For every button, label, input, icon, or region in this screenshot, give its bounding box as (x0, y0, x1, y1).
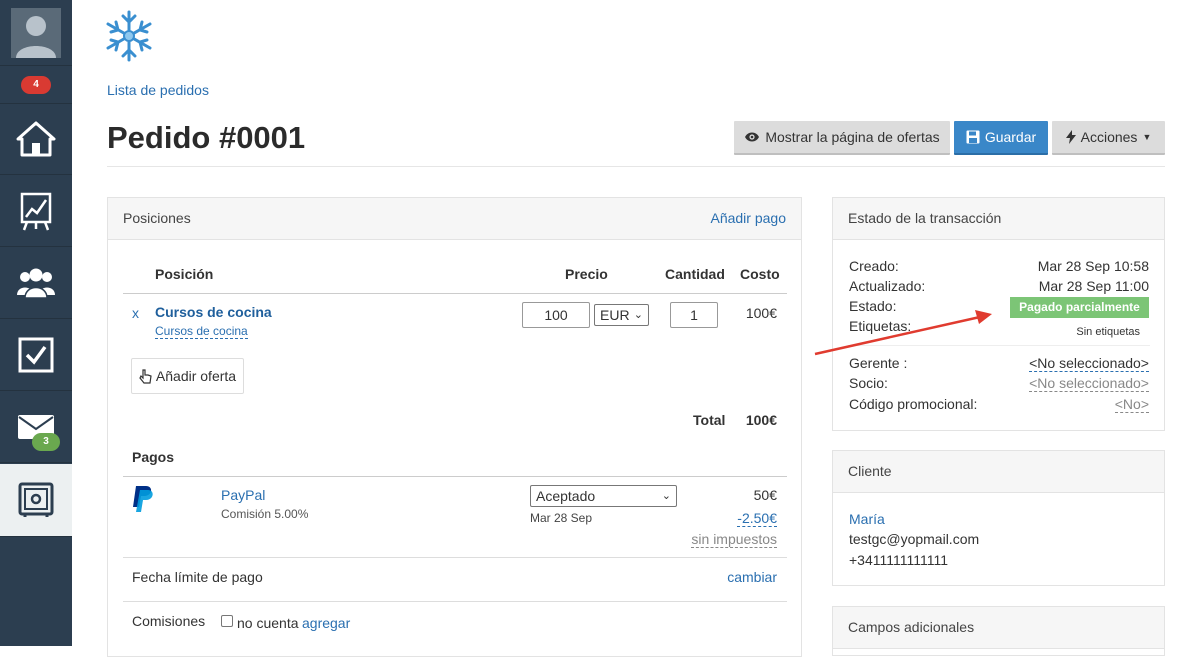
annotation-arrow-icon (814, 310, 992, 356)
transaction-panel-header: Estado de la transacción (833, 198, 1164, 240)
promo-label: Código promocional: (849, 396, 978, 412)
total-value: 100€ (745, 412, 777, 428)
sidebar-item-reports[interactable] (0, 176, 72, 247)
commissions-label: Comisiones (132, 613, 206, 629)
breadcrumb-orders-list[interactable]: Lista de pedidos (107, 82, 209, 98)
payment-amount: 50€ (753, 487, 777, 503)
created-value: Mar 28 Sep 10:58 (1037, 258, 1149, 274)
col-cost-header: Costo (740, 266, 780, 282)
actions-dropdown-button[interactable]: Acciones ▼ (1052, 121, 1165, 155)
partner-label: Socio: (849, 375, 888, 391)
positions-title: Posiciones (123, 210, 191, 226)
extra-fields-panel-header: Campos adicionales (833, 607, 1164, 649)
promo-value-link[interactable]: <No> (1114, 396, 1149, 413)
col-qty-header: Cantidad (665, 266, 725, 282)
remove-item-button[interactable]: x (132, 305, 139, 321)
item-cost: 100€ (745, 305, 777, 321)
users-group-icon (17, 268, 55, 299)
updated-value: Mar 28 Sep 11:00 (1038, 278, 1149, 294)
client-phone: +3411111111111 (849, 552, 949, 568)
pointer-hand-icon (139, 368, 152, 384)
price-input[interactable]: 100 (522, 302, 590, 328)
payment-tax-link[interactable]: sin impuestos (691, 531, 777, 548)
payments-divider (123, 476, 787, 477)
col-price-header: Precio (565, 266, 608, 282)
safe-icon (18, 482, 54, 517)
page-title: Pedido #0001 (107, 120, 306, 155)
commissions-check-label: no cuenta (237, 615, 299, 631)
save-button[interactable]: Guardar (954, 121, 1048, 155)
payments-bottom-divider (123, 557, 787, 558)
quantity-input[interactable]: 1 (670, 302, 718, 328)
mail-badge: 3 (32, 433, 60, 451)
sidebar: 4 3 (0, 0, 72, 646)
table-head-divider (123, 293, 787, 294)
extra-fields-panel: Campos adicionales (832, 606, 1165, 656)
currency-value: EUR (600, 307, 630, 323)
payment-status-select[interactable]: Aceptado ⌄ (530, 485, 677, 507)
lightning-icon (1065, 130, 1076, 144)
snowflake-logo (106, 10, 152, 62)
floppy-disk-icon (966, 130, 980, 144)
add-offer-button[interactable]: Añadir oferta (131, 358, 244, 394)
presentation-chart-icon (20, 192, 52, 231)
payment-provider-link[interactable]: PayPal (221, 487, 265, 503)
created-label: Creado: (849, 258, 899, 274)
transaction-title: Estado de la transacción (848, 210, 1002, 226)
commissions-checkbox[interactable] (221, 615, 233, 627)
add-offer-label: Añadir oferta (155, 368, 237, 384)
chevron-down-icon: ⌄ (633, 309, 643, 321)
eye-icon (745, 132, 760, 142)
due-date-change-link[interactable]: cambiar (727, 569, 777, 585)
item-offer-link[interactable]: Cursos de cocina (155, 324, 248, 339)
header-divider (107, 166, 1165, 167)
client-email: testgc@yopmail.com (849, 531, 980, 547)
client-title: Cliente (848, 463, 892, 479)
user-avatar-icon (11, 7, 61, 58)
due-divider (123, 601, 787, 602)
paypal-logo-icon (133, 486, 153, 512)
payment-date: Mar 28 Sep (530, 511, 593, 525)
positions-panel-header: Posiciones Añadir pago (108, 198, 801, 240)
add-payment-link[interactable]: Añadir pago (710, 210, 786, 226)
payment-status-value: Aceptado (536, 488, 596, 504)
extra-fields-title: Campos adicionales (848, 619, 975, 635)
sidebar-notifications[interactable]: 4 (0, 66, 72, 104)
save-label: Guardar (984, 129, 1037, 145)
sidebar-item-tasks[interactable] (0, 320, 72, 391)
currency-select[interactable]: EUR ⌄ (594, 304, 649, 326)
sidebar-avatar[interactable] (0, 0, 72, 66)
payments-title: Pagos (132, 449, 175, 465)
chevron-down-icon: ⌄ (661, 490, 671, 502)
payment-commission: Comisión 5.00% (221, 507, 309, 521)
sidebar-item-mail[interactable]: 3 (0, 392, 72, 463)
actions-label: Acciones (1080, 129, 1138, 145)
tags-value[interactable]: Sin etiquetas (1076, 326, 1140, 338)
positions-panel: Posiciones Añadir pago Posición Precio C… (107, 197, 802, 657)
sidebar-item-users[interactable] (0, 248, 72, 319)
updated-label: Actualizado: (849, 278, 926, 294)
partner-value-link[interactable]: <No seleccionado> (1029, 375, 1149, 392)
sidebar-item-home[interactable] (0, 104, 72, 175)
show-offers-page-label: Mostrar la página de ofertas (765, 129, 940, 145)
payment-fee-link[interactable]: -2.50€ (737, 510, 777, 527)
sidebar-item-finance[interactable] (0, 464, 72, 537)
caret-down-icon: ▼ (1142, 132, 1152, 142)
client-panel: Cliente María testgc@yopmail.com +341111… (832, 450, 1165, 586)
due-date-label: Fecha límite de pago (132, 569, 263, 585)
commissions-add-link[interactable]: agregar (302, 615, 350, 631)
item-name[interactable]: Cursos de cocina (155, 304, 272, 320)
notifications-badge: 4 (21, 75, 51, 94)
home-icon (16, 121, 56, 157)
col-position-header: Posición (155, 266, 214, 282)
manager-value-link[interactable]: <No seleccionado> (1029, 355, 1149, 372)
checkbox-icon (18, 337, 54, 373)
client-name-link[interactable]: María (849, 511, 885, 527)
total-label: Total (693, 412, 726, 428)
status-badge[interactable]: Pagado parcialmente (1010, 297, 1149, 318)
show-offers-page-button[interactable]: Mostrar la página de ofertas (734, 121, 950, 155)
client-panel-header: Cliente (833, 451, 1164, 493)
